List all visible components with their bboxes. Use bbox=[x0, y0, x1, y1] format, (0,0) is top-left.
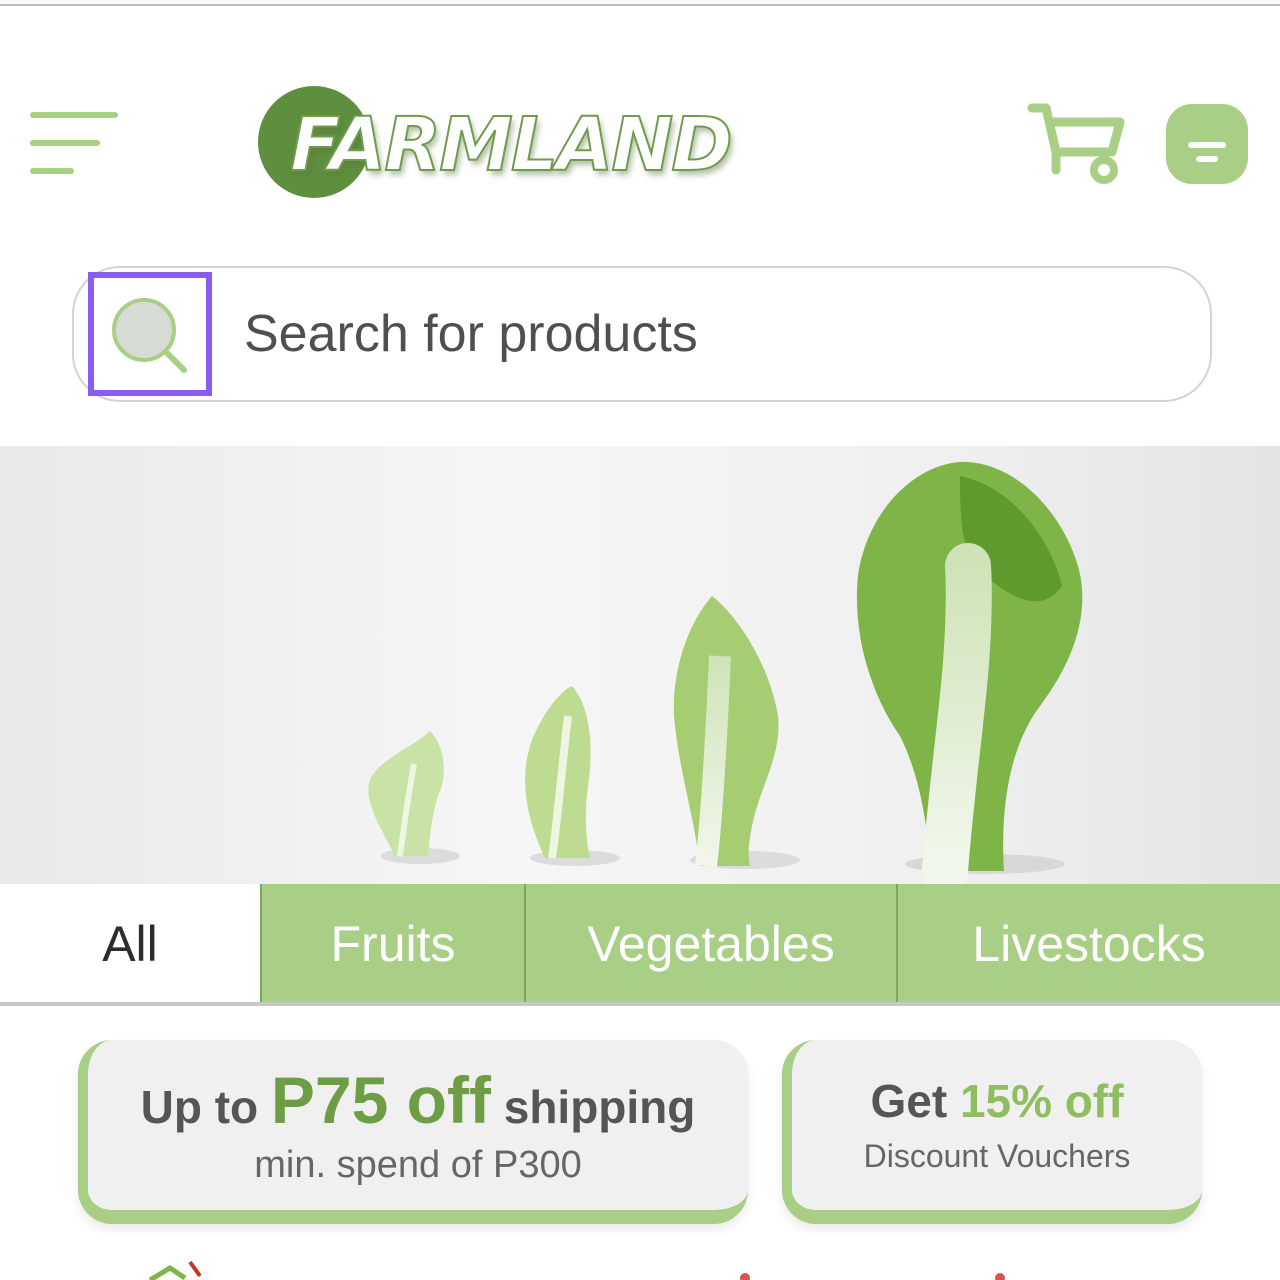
cart-icon[interactable] bbox=[1026, 100, 1126, 186]
promo-suffix: shipping bbox=[503, 1081, 696, 1133]
search-button[interactable] bbox=[88, 272, 212, 396]
logo-wordmark: FARMLAND bbox=[289, 101, 734, 189]
tab-all[interactable]: All bbox=[0, 884, 260, 1004]
lettuce-leaves-image bbox=[368, 461, 1083, 886]
app-screen: FARMLAND Search for products All Fruits … bbox=[0, 0, 1280, 1280]
voucher-promo-card[interactable]: Get 15% off Discount Vouchers bbox=[782, 1040, 1202, 1224]
tab-fruits[interactable]: Fruits bbox=[260, 884, 524, 1004]
menu-line bbox=[30, 140, 100, 146]
tab-livestocks[interactable]: Livestocks bbox=[896, 884, 1280, 1004]
promo-subtitle: Discount Vouchers bbox=[863, 1138, 1131, 1174]
profile-icon-line bbox=[1196, 156, 1218, 162]
category-tabs: All Fruits Vegetables Livestocks bbox=[0, 884, 1280, 1006]
profile-icon-line bbox=[1188, 142, 1226, 148]
shipping-promo-card[interactable]: Up to P75 off shipping min. spend of P30… bbox=[78, 1040, 748, 1224]
promo-prefix: Get bbox=[870, 1075, 948, 1127]
hamburger-menu-icon[interactable] bbox=[30, 112, 122, 178]
search-icon bbox=[112, 298, 187, 373]
promo-headline: Get 15% off bbox=[792, 1074, 1202, 1128]
status-bar-fragment bbox=[0, 0, 1280, 6]
profile-icon[interactable] bbox=[1166, 104, 1248, 184]
hero-banner bbox=[0, 446, 1280, 886]
next-section-peek bbox=[148, 1260, 1005, 1280]
farmland-logo: FARMLAND bbox=[256, 82, 796, 206]
tab-vegetables[interactable]: Vegetables bbox=[524, 884, 896, 1004]
promo-headline: Up to P75 off shipping bbox=[88, 1062, 748, 1138]
menu-line bbox=[30, 168, 74, 174]
search-input[interactable] bbox=[244, 298, 1174, 370]
promo-highlight: 15% off bbox=[959, 1075, 1124, 1127]
promo-highlight: P75 off bbox=[270, 1063, 491, 1137]
promo-prefix: Up to bbox=[140, 1081, 259, 1133]
search-bar bbox=[72, 266, 1212, 402]
menu-line bbox=[30, 112, 118, 118]
header: FARMLAND bbox=[0, 60, 1280, 220]
promo-subtitle: min. spend of P300 bbox=[254, 1144, 582, 1186]
tabs-divider bbox=[0, 1002, 1280, 1006]
cart-icon-graphic bbox=[1027, 103, 1125, 184]
